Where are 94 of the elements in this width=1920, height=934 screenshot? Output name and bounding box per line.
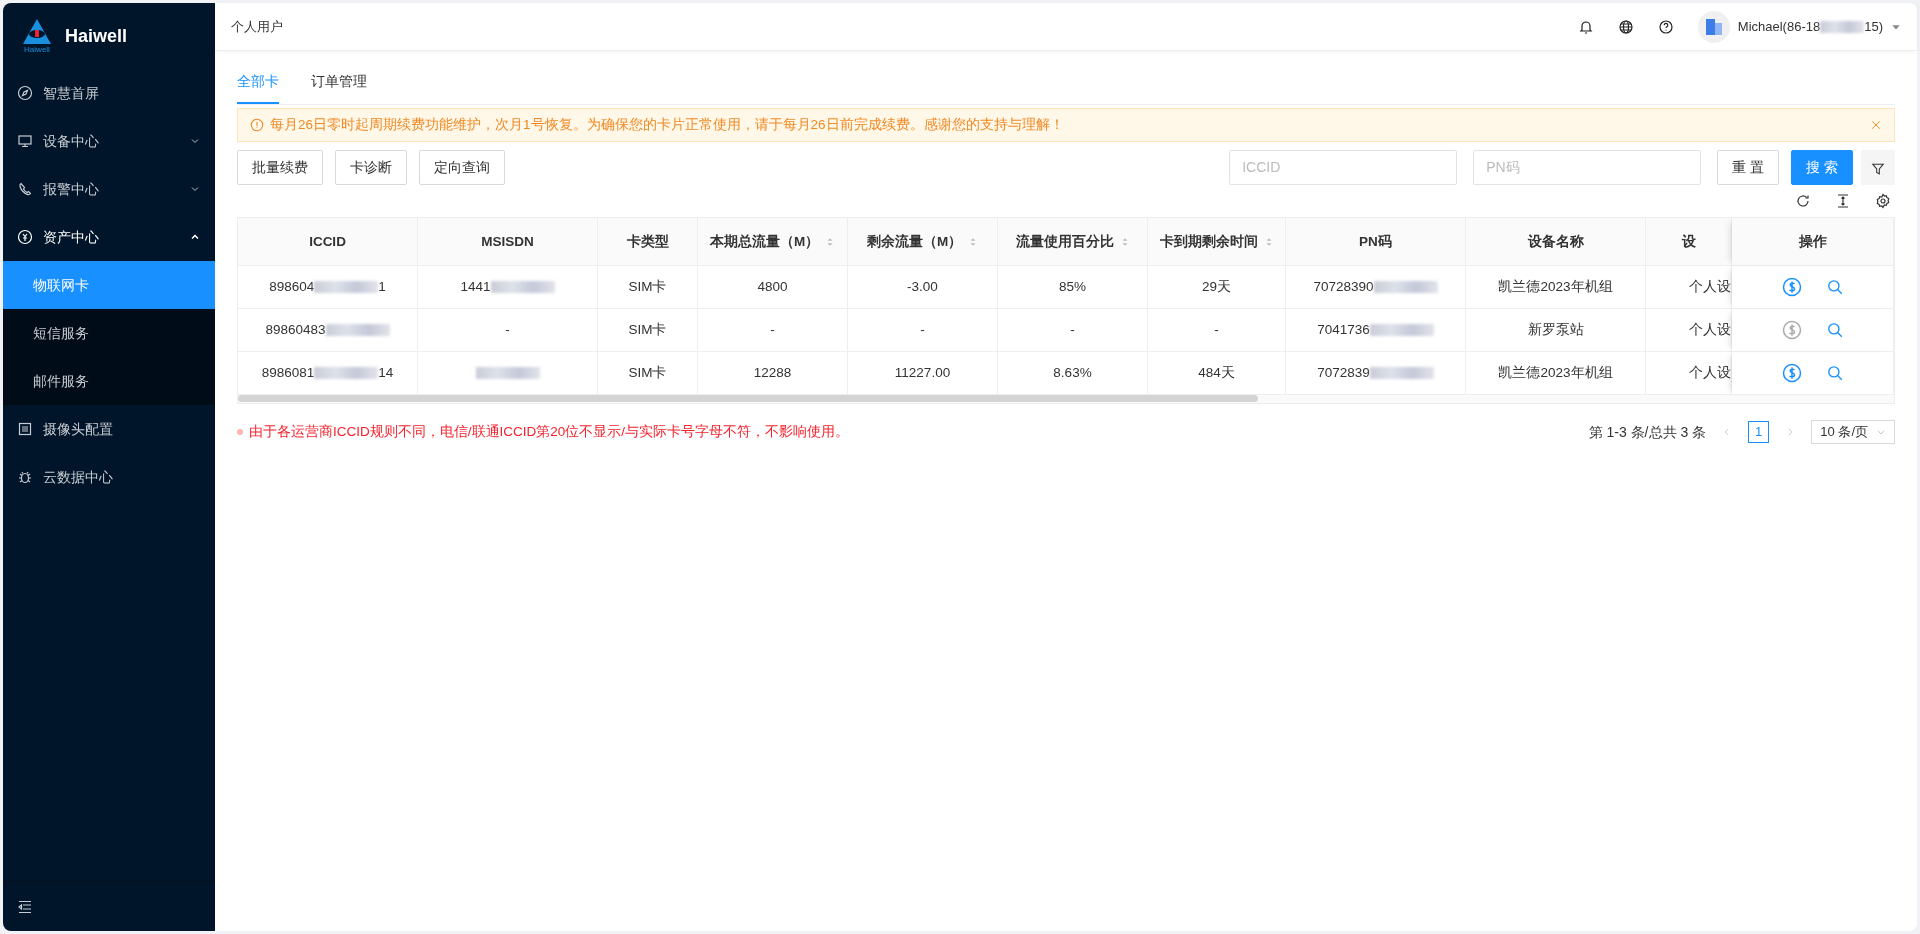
collapse-menu-icon[interactable] [17, 898, 33, 915]
globe-icon[interactable] [1617, 18, 1634, 35]
search-icon[interactable] [1825, 364, 1844, 383]
table-cell: - [998, 309, 1148, 353]
reset-button[interactable]: 重 置 [1717, 150, 1780, 186]
filter-button[interactable] [1861, 150, 1895, 186]
cell-text: 7072839 [1317, 364, 1370, 383]
column-header[interactable]: 流量使用百分比 [998, 218, 1148, 267]
list-icon [17, 421, 33, 437]
dollar-circle-icon[interactable] [1781, 277, 1802, 298]
redacted-block [314, 367, 379, 380]
redacted-block [490, 281, 555, 294]
table-cell: 个人设 [1646, 309, 1732, 353]
redacted-block [1369, 324, 1434, 337]
redacted-block [325, 324, 390, 337]
redacted-block [314, 281, 379, 294]
column-header[interactable]: 卡类型 [598, 218, 698, 267]
settings-icon[interactable] [1875, 193, 1891, 210]
table-cell: - [698, 309, 848, 353]
logo-caption: Haiwell [24, 46, 50, 54]
redacted-block [1369, 367, 1434, 380]
tab[interactable]: 订单管理 [311, 65, 367, 104]
close-icon[interactable] [1870, 119, 1882, 132]
user-name[interactable]: Michael(86-18 [1737, 16, 1821, 37]
building-avatar-icon [1697, 10, 1730, 43]
column-header[interactable]: 本期总流量（M） [698, 218, 848, 267]
redacted-block [1373, 281, 1438, 294]
action-button[interactable]: 卡诊断 [335, 150, 407, 186]
alert-text: 每月26日零时起周期续费功能维护，次月1号恢复。为确保您的卡片正常使用，请于每月26日前完成续费。感谢您的支持与理解！ [270, 116, 1065, 134]
column-header[interactable]: 操作 [1732, 218, 1894, 267]
table-cell: SIM卡 [598, 309, 698, 353]
menu-item[interactable]: 设备中心 [3, 117, 215, 165]
table-cell: - [848, 309, 998, 353]
table-cell: 29天 [1148, 266, 1286, 310]
pagination-summary: 第 1-3 条/总共 3 条 [1588, 422, 1707, 442]
breadcrumb-text: 个人用户 [231, 17, 283, 36]
menu-item[interactable]: 报警中心 [3, 165, 215, 213]
submenu-item[interactable]: 邮件服务 [3, 357, 215, 405]
user-name[interactable]: 15) [1864, 16, 1883, 37]
table-cell: 个人设 [1646, 266, 1732, 310]
table-cell: 4800 [698, 266, 848, 310]
cell-text: 14 [378, 364, 394, 383]
refresh-icon[interactable] [1795, 193, 1811, 210]
table-cell: SIM卡 [598, 266, 698, 310]
action-button[interactable]: 定向查询 [419, 150, 505, 186]
table-cell: 85% [998, 266, 1148, 310]
warning-icon [250, 118, 264, 133]
page-size-select[interactable]: 10 条/页 [1811, 420, 1895, 444]
menu-item[interactable]: 摄像头配置 [3, 405, 215, 453]
column-header[interactable]: 剩余流量（M） [848, 218, 998, 267]
chevron-down-icon [1876, 427, 1886, 437]
menu-item[interactable]: 云数据中心 [3, 453, 215, 501]
search-field[interactable]: ICCID [1229, 150, 1458, 186]
column-header[interactable]: 设 [1646, 218, 1732, 267]
cell-text: 89860483 [265, 321, 326, 340]
table-cell: 新罗泵站 [1466, 309, 1646, 353]
table-cell: -3.00 [848, 266, 998, 310]
column-header[interactable]: 卡到期剩余时间 [1148, 218, 1286, 267]
cell-text: 898604 [269, 278, 315, 297]
horizontal-scrollbar[interactable] [238, 395, 1258, 403]
compass-icon [17, 85, 33, 101]
search-field[interactable]: PN码 [1473, 150, 1702, 186]
column-header[interactable]: MSISDN [418, 218, 598, 267]
cell-text: 7041736 [1317, 321, 1370, 340]
search-icon[interactable] [1825, 278, 1844, 297]
bell-icon[interactable] [1577, 18, 1594, 35]
table-cell: - [1148, 309, 1286, 353]
column-header[interactable]: ICCID [238, 218, 418, 267]
phone-icon [17, 181, 33, 197]
search-icon[interactable] [1825, 321, 1844, 340]
brand-name: Haiwell [65, 24, 128, 48]
menu-item[interactable]: 智慧首屏 [3, 69, 215, 117]
bullet-dot [237, 429, 243, 435]
menu-item[interactable]: 资产中心 [3, 213, 215, 261]
column-header[interactable]: PN码 [1286, 218, 1466, 267]
action-button[interactable]: 批量续费 [237, 150, 323, 186]
dollar-circle-icon[interactable] [1781, 320, 1802, 341]
column-header[interactable]: 设备名称 [1466, 218, 1646, 267]
cell-text: 70728390 [1313, 278, 1374, 297]
help-icon[interactable] [1657, 18, 1674, 35]
coin-icon [17, 229, 33, 245]
dollar-circle-icon[interactable] [1781, 363, 1802, 384]
notice-text: 由于各运营商ICCID规则不同，电信/联通ICCID第20位不显示/与实际卡号字母不符，不影响使用。 [249, 422, 850, 441]
cell-text: 8986081 [261, 364, 315, 383]
row-height-icon[interactable] [1835, 193, 1851, 210]
table-cell: 凯兰德2023年机组 [1466, 266, 1646, 310]
filter-icon [1871, 161, 1885, 176]
redacted-block [475, 367, 540, 380]
cell-text: 1 [378, 278, 386, 297]
cell-text: 1441 [460, 278, 491, 297]
bug-icon [17, 469, 33, 485]
submenu-item[interactable]: 短信服务 [3, 309, 215, 357]
monitor-icon [17, 133, 33, 149]
cell-text: - [505, 321, 510, 340]
